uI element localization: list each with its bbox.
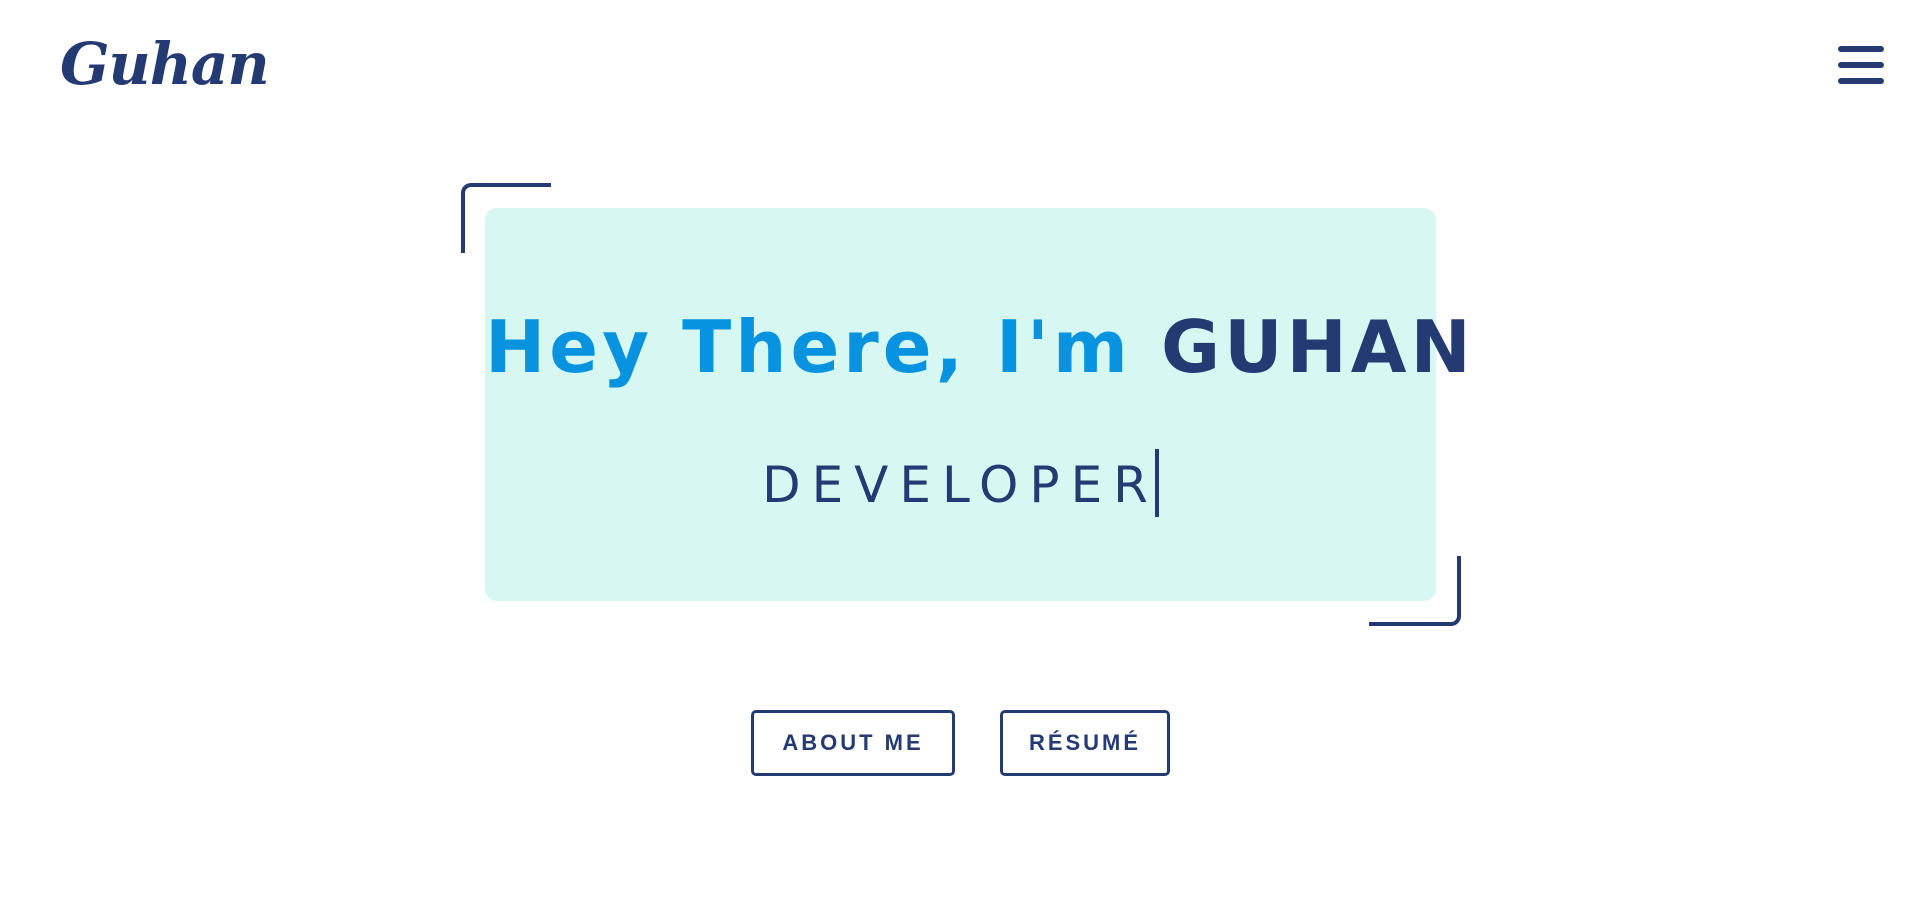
site-logo[interactable]: Guhan (60, 26, 270, 102)
decorative-corner-bottom-right (1369, 556, 1461, 626)
menu-bar (1838, 78, 1884, 84)
about-me-button[interactable]: ABOUT ME (751, 710, 955, 776)
hero-heading: Hey There, I'm GUHAN (485, 302, 1471, 392)
hero-card: Hey There, I'm GUHAN DEVELOPER (485, 208, 1471, 601)
menu-bar (1838, 62, 1884, 68)
hero-greeting: Hey There, I'm (485, 305, 1161, 389)
role-text: DEVELOPER (762, 456, 1159, 514)
resume-button[interactable]: RÉSUMÉ (1000, 710, 1170, 776)
menu-bar (1838, 46, 1884, 52)
hero-name: GUHAN (1160, 305, 1475, 389)
typing-cursor (1154, 448, 1159, 517)
hamburger-menu-icon[interactable] (1838, 44, 1884, 86)
role-typewriter: DEVELOPER (485, 448, 1436, 523)
